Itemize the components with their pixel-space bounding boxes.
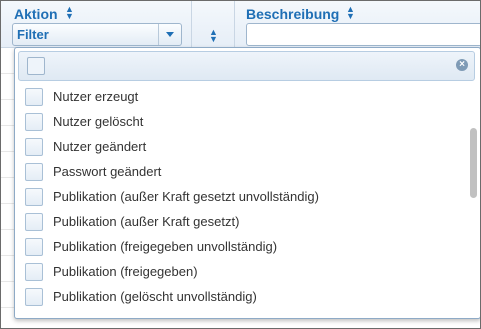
dropdown-option-list: Nutzer erzeugt Nutzer gelöscht Nutzer ge…: [15, 84, 465, 318]
beschreibung-filter-input[interactable]: [246, 23, 480, 46]
sort-updown-icon[interactable]: ▲ ▼: [209, 28, 218, 44]
grid-header: Aktion ▲ ▼ Filter ▲ ▼ Beschreibung ▲ ▼: [1, 1, 480, 48]
dropdown-option[interactable]: Nutzer gelöscht: [15, 109, 465, 134]
option-label: Nutzer geändert: [53, 139, 147, 154]
select-all-checkbox[interactable]: [27, 57, 45, 75]
sort-updown-icon[interactable]: ▲ ▼: [65, 5, 74, 21]
grid-window: Aktion ▲ ▼ Filter ▲ ▼ Beschreibung ▲ ▼ × Nu…: [0, 0, 481, 329]
dropdown-option[interactable]: Nutzer geändert: [15, 134, 465, 159]
aktion-filter-select[interactable]: Filter: [12, 23, 182, 46]
option-checkbox[interactable]: [25, 163, 43, 181]
option-label: Nutzer erzeugt: [53, 89, 139, 104]
option-label: Nutzer gelöscht: [53, 114, 144, 129]
dropdown-option[interactable]: Publikation (freigegeben): [15, 259, 465, 284]
clear-x-icon[interactable]: ×: [456, 59, 468, 71]
column-title-beschreibung[interactable]: Beschreibung: [246, 6, 339, 22]
option-label: Publikation (freigegeben): [53, 264, 198, 279]
dropdown-option[interactable]: Publikation (freigegeben unvollständig): [15, 234, 465, 259]
filter-dropdown-panel: × Nutzer erzeugt Nutzer gelöscht Nutzer …: [14, 47, 480, 319]
option-checkbox[interactable]: [25, 113, 43, 131]
option-checkbox[interactable]: [25, 138, 43, 156]
column-middle: ▲ ▼: [192, 1, 235, 47]
column-aktion: Aktion ▲ ▼ Filter: [1, 1, 192, 47]
option-checkbox[interactable]: [25, 263, 43, 281]
option-checkbox[interactable]: [25, 213, 43, 231]
option-label: Publikation (außer Kraft gesetzt): [53, 214, 240, 229]
option-label: Publikation (außer Kraft gesetzt unvolls…: [53, 189, 319, 204]
column-beschreibung: Beschreibung ▲ ▼: [235, 1, 480, 47]
dropdown-scrollbar[interactable]: [469, 84, 478, 314]
option-checkbox[interactable]: [25, 188, 43, 206]
option-label: Publikation (freigegeben unvollständig): [53, 239, 278, 254]
option-label: Publikation (gelöscht unvollständig): [53, 289, 257, 304]
dropdown-option[interactable]: Publikation (außer Kraft gesetzt unvolls…: [15, 184, 465, 209]
dropdown-option[interactable]: Publikation (außer Kraft gesetzt): [15, 209, 465, 234]
sort-updown-icon[interactable]: ▲ ▼: [346, 5, 355, 21]
option-checkbox[interactable]: [25, 288, 43, 306]
dropdown-option[interactable]: Passwort geändert: [15, 159, 465, 184]
filter-select-value: Filter: [17, 27, 49, 42]
dropdown-option[interactable]: Publikation (gelöscht unvollständig): [15, 284, 465, 309]
dropdown-header: ×: [18, 51, 475, 81]
option-checkbox[interactable]: [25, 88, 43, 106]
chevron-down-icon[interactable]: [158, 24, 181, 45]
column-title-aktion[interactable]: Aktion: [14, 6, 58, 22]
option-label: Passwort geändert: [53, 164, 162, 179]
option-checkbox[interactable]: [25, 238, 43, 256]
scrollbar-thumb[interactable]: [470, 128, 477, 198]
dropdown-option[interactable]: Nutzer erzeugt: [15, 84, 465, 109]
